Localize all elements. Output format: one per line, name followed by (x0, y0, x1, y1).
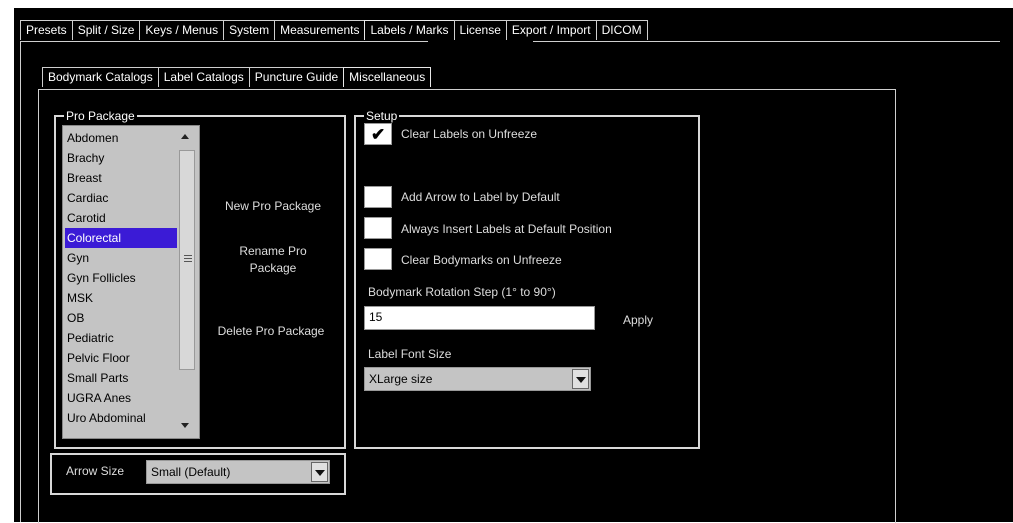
list-item[interactable]: Uro Abdominal (65, 408, 179, 428)
list-item[interactable]: Small Parts (65, 368, 179, 388)
pro-package-list[interactable]: Abdomen Brachy Breast Cardiac Carotid Co… (62, 125, 200, 439)
list-item[interactable]: UGRA Anes (65, 388, 179, 408)
pro-package-legend: Pro Package (64, 109, 137, 123)
rename-label-line-1: Rename Pro (239, 244, 307, 258)
rename-pro-package-button[interactable]: Rename Pro Package (210, 243, 336, 277)
arrow-size-select[interactable]: Small (Default) (146, 460, 330, 484)
list-item[interactable]: Gyn Follicles (65, 268, 179, 288)
clear-labels-checkbox[interactable]: ✔ (364, 123, 392, 145)
list-item[interactable]: Carotid (65, 208, 179, 228)
list-scrollbar[interactable] (177, 126, 197, 438)
scroll-up-icon[interactable] (181, 134, 189, 139)
rotation-step-label: Bodymark Rotation Step (1° to 90°) (368, 285, 556, 299)
setup-group: Setup (354, 109, 700, 449)
grip-line (184, 258, 192, 259)
tab-license[interactable]: License (453, 20, 507, 40)
list-item-selected[interactable]: Colorectal (65, 228, 179, 248)
list-item[interactable]: OB (65, 308, 179, 328)
chevron-down-icon (315, 470, 325, 476)
grip-line (184, 255, 192, 256)
tab-split-size[interactable]: Split / Size (71, 20, 141, 40)
list-item[interactable]: Abdomen (65, 128, 179, 148)
add-arrow-checkbox[interactable] (364, 186, 392, 208)
sub-tab-bar: Bodymark Catalogs Label Catalogs Punctur… (42, 67, 432, 87)
list-item[interactable]: Pelvic Floor (65, 348, 179, 368)
delete-pro-package-button[interactable]: Delete Pro Package (206, 323, 336, 340)
arrow-size-value: Small (Default) (151, 465, 231, 479)
tab-bodymark-catalogs[interactable]: Bodymark Catalogs (42, 67, 159, 87)
tab-dicom[interactable]: DICOM (595, 20, 648, 40)
label-font-size-value: XLarge size (369, 372, 433, 386)
list-item[interactable]: MSK (65, 288, 179, 308)
add-arrow-label: Add Arrow to Label by Default (401, 190, 560, 204)
dropdown-button[interactable] (311, 462, 328, 482)
label-font-size-label: Label Font Size (368, 347, 452, 361)
chevron-down-icon (576, 377, 586, 383)
list-item[interactable]: Cardiac (65, 188, 179, 208)
label-font-size-select[interactable]: XLarge size (364, 367, 591, 391)
clear-bodymarks-checkbox[interactable] (364, 248, 392, 270)
apply-button[interactable]: Apply (623, 313, 653, 327)
insert-default-position-label: Always Insert Labels at Default Position (401, 222, 612, 236)
checkmark-icon: ✔ (371, 125, 386, 144)
sub-tab-baseline-mid-line (43, 89, 394, 90)
new-pro-package-button[interactable]: New Pro Package (210, 198, 336, 215)
scroll-down-icon[interactable] (181, 423, 189, 428)
tab-presets[interactable]: Presets (20, 20, 73, 40)
setup-legend: Setup (364, 109, 400, 123)
clear-labels-label: Clear Labels on Unfreeze (401, 127, 538, 141)
top-tab-bar: Presets Split / Size Keys / Menus System… (20, 20, 648, 40)
tab-export-import[interactable]: Export / Import (505, 20, 597, 40)
dropdown-button[interactable] (572, 369, 589, 389)
sub-tab-baseline-right (497, 89, 895, 90)
list-item[interactable]: Pediatric (65, 328, 179, 348)
tab-measurements[interactable]: Measurements (274, 20, 366, 40)
list-item[interactable]: Breast (65, 168, 179, 188)
tab-label-catalogs[interactable]: Label Catalogs (157, 67, 250, 87)
grip-line (184, 261, 192, 262)
rename-label-line-2: Package (249, 261, 297, 275)
tab-puncture-guide[interactable]: Puncture Guide (248, 67, 345, 87)
rotation-step-input[interactable]: 15 (364, 306, 595, 330)
list-item[interactable]: Gyn (65, 248, 179, 268)
tab-labels-marks[interactable]: Labels / Marks (364, 20, 455, 40)
tab-keys-menus[interactable]: Keys / Menus (139, 20, 225, 40)
tab-system[interactable]: System (223, 20, 276, 40)
clear-bodymarks-label: Clear Bodymarks on Unfreeze (401, 253, 562, 267)
insert-default-position-checkbox[interactable] (364, 217, 392, 239)
list-item[interactable]: Brachy (65, 148, 179, 168)
tab-miscellaneous[interactable]: Miscellaneous (343, 67, 432, 87)
scroll-thumb[interactable] (179, 150, 195, 370)
arrow-size-label: Arrow Size (66, 464, 125, 478)
